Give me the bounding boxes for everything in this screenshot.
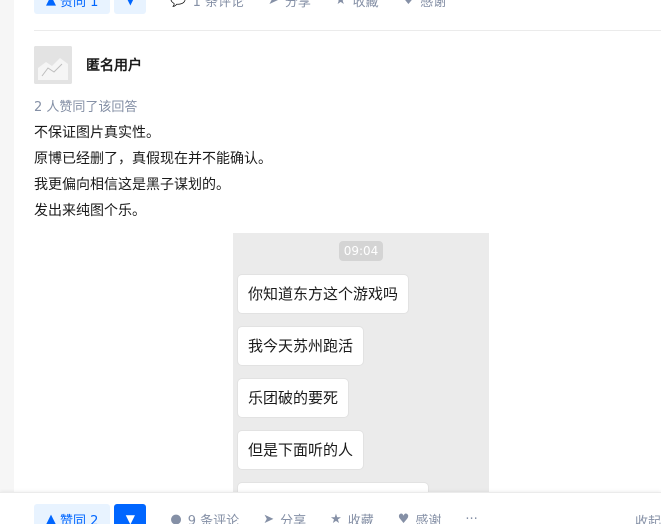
answer-card: ▲ 赞同 1 ▼ 💬 1 条评论 ➤ 分享 ★ 收藏 ♥ 感谢 匿名用户 2 人… bbox=[14, 0, 661, 524]
answer-content: 不保证图片真实性。 原博已经删了，真假现在并不能确认。 我更偏向相信这是黑子谋划… bbox=[34, 120, 272, 224]
thanks-label: 感谢 bbox=[420, 0, 447, 10]
comments-button[interactable]: ● 9 条评论 bbox=[170, 510, 239, 524]
favorite-label: 收藏 bbox=[347, 513, 374, 524]
triangle-up-icon: ▲ bbox=[46, 511, 56, 524]
favorite-label: 收藏 bbox=[352, 0, 379, 10]
favorite-button[interactable]: ★ 收藏 bbox=[330, 510, 374, 524]
heart-icon: ♥ bbox=[402, 0, 415, 8]
comment-icon: 💬 bbox=[170, 0, 187, 8]
author-info: 匿名用户 bbox=[34, 46, 142, 84]
paragraph: 发出来纯图个乐。 bbox=[34, 203, 146, 219]
thanks-button[interactable]: ♥ 感谢 bbox=[398, 510, 442, 524]
avatar[interactable] bbox=[34, 46, 72, 84]
chat-screenshot-image[interactable]: 09:04 你知道东方这个游戏吗 我今天苏州跑活 乐团破的要死 但是下面听的人 bbox=[233, 233, 489, 524]
comments-label: 9 条评论 bbox=[187, 513, 240, 524]
chat-time: 09:04 bbox=[339, 241, 383, 261]
upvote-label: 赞同 2 bbox=[60, 513, 99, 524]
share-label: 分享 bbox=[284, 0, 311, 10]
divider bbox=[34, 30, 661, 31]
sticky-action-bar: ▲ 赞同 2 ▼ ● 9 条评论 ➤ 分享 ★ 收藏 ♥ 感谢 ··· 收起 bbox=[0, 492, 661, 524]
upvote-label: 赞同 1 bbox=[60, 0, 99, 10]
share-icon: ➤ bbox=[263, 511, 275, 524]
share-label: 分享 bbox=[280, 513, 307, 524]
author-name[interactable]: 匿名用户 bbox=[86, 55, 142, 75]
collapse-button[interactable]: 收起 bbox=[635, 511, 661, 524]
downvote-button[interactable]: ▼ bbox=[114, 0, 147, 14]
chat-bubble: 我今天苏州跑活 bbox=[238, 327, 364, 365]
paragraph: 不保证图片真实性。 bbox=[34, 125, 160, 141]
comment-icon: ● bbox=[170, 511, 182, 524]
upvote-button[interactable]: ▲ 赞同 1 bbox=[34, 0, 111, 14]
chat-bubble: 你知道东方这个游戏吗 bbox=[238, 275, 409, 313]
share-button[interactable]: ➤ 分享 bbox=[268, 0, 311, 10]
star-icon: ★ bbox=[330, 511, 342, 524]
thanks-label: 感谢 bbox=[415, 513, 442, 524]
triangle-down-icon: ▼ bbox=[125, 0, 136, 7]
top-action-bar: ▲ 赞同 1 ▼ 💬 1 条评论 ➤ 分享 ★ 收藏 ♥ 感谢 bbox=[34, 0, 446, 14]
downvote-button[interactable]: ▼ bbox=[114, 504, 147, 524]
comments-label: 1 条评论 bbox=[192, 0, 244, 10]
thanks-button[interactable]: ♥ 感谢 bbox=[403, 0, 447, 10]
heart-icon: ♥ bbox=[397, 511, 410, 524]
vote-count-text[interactable]: 2 人赞同了该回答 bbox=[34, 96, 137, 115]
anonymous-avatar-icon bbox=[34, 46, 72, 84]
chat-bubble: 但是下面听的人 bbox=[238, 431, 364, 469]
triangle-down-icon: ▼ bbox=[125, 512, 136, 524]
comments-button[interactable]: 💬 1 条评论 bbox=[170, 0, 244, 10]
triangle-up-icon: ▲ bbox=[46, 0, 56, 8]
favorite-button[interactable]: ★ 收藏 bbox=[335, 0, 379, 10]
chat-bubble: 乐团破的要死 bbox=[238, 379, 349, 417]
paragraph: 原博已经删了，真假现在并不能确认。 bbox=[34, 151, 272, 167]
star-icon: ★ bbox=[334, 0, 347, 8]
share-button[interactable]: ➤ 分享 bbox=[263, 510, 306, 524]
more-icon: ··· bbox=[465, 511, 478, 524]
upvote-button[interactable]: ▲ 赞同 2 bbox=[34, 504, 111, 524]
paragraph: 我更偏向相信这是黑子谋划的。 bbox=[34, 177, 230, 193]
more-button[interactable]: ··· bbox=[465, 512, 477, 524]
share-icon: ➤ bbox=[268, 0, 279, 8]
